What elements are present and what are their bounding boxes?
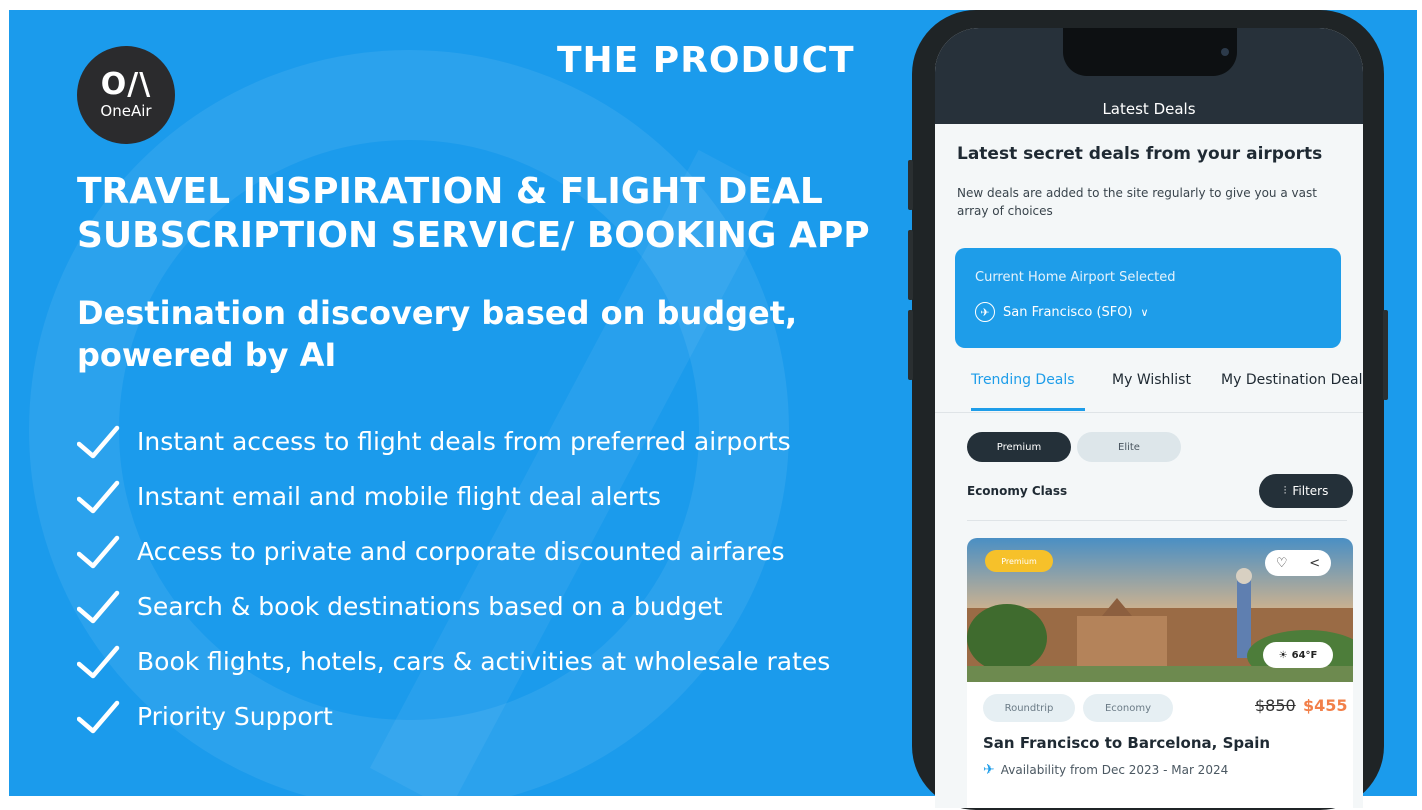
checkmark-icon	[77, 480, 120, 513]
oneair-logo: O/\ OneAir	[77, 46, 175, 144]
feature-item: Instant access to flight deals from pref…	[77, 414, 830, 469]
premium-badge: Premium	[985, 550, 1053, 572]
phone-notch	[1063, 28, 1237, 76]
feature-text: Search & book destinations based on a bu…	[137, 592, 723, 621]
feature-text: Book flights, hotels, cars & activities …	[137, 647, 831, 676]
checkmark-icon	[77, 645, 120, 678]
subheadline: Destination discovery based on budget, p…	[77, 294, 798, 374]
availability-text: Availability from Dec 2023 - Mar 2024	[1000, 763, 1229, 777]
checkmark-icon	[77, 700, 120, 733]
feature-text: Priority Support	[137, 702, 333, 731]
phone-screen: Latest Deals Latest secret deals from yo…	[935, 28, 1363, 808]
airport-selector[interactable]: ✈ San Francisco (SFO) ∨	[975, 302, 1149, 322]
plane-icon: ✈	[983, 762, 995, 778]
sliders-icon: ⫶	[1283, 484, 1287, 497]
phone-button	[908, 310, 913, 380]
feature-text: Instant email and mobile flight deal ale…	[137, 482, 661, 511]
elite-toggle[interactable]: Elite	[1077, 432, 1181, 462]
checkmark-icon	[77, 590, 120, 623]
cabin-tag: Economy	[1083, 694, 1173, 722]
section-title: THE PRODUCT	[557, 40, 855, 81]
deal-availability: ✈ Availability from Dec 2023 - Mar 2024	[983, 762, 1228, 778]
deal-price: $455	[1303, 696, 1348, 715]
feature-text: Instant access to flight deals from pref…	[137, 427, 791, 456]
tab-trending-deals[interactable]: Trending Deals	[971, 372, 1075, 388]
deal-card[interactable]: Premium ♡ < ☀ 64°F Roundtrip Economy $85…	[967, 538, 1353, 808]
deal-route: San Francisco to Barcelona, Spain	[983, 734, 1271, 752]
temperature: 64°F	[1291, 649, 1318, 661]
filters-label: Filters	[1292, 484, 1329, 498]
feature-list: Instant access to flight deals from pref…	[77, 414, 830, 744]
checkmark-icon	[77, 535, 120, 568]
feature-text: Access to private and corporate discount…	[137, 537, 785, 566]
chevron-down-icon: ∨	[1140, 305, 1149, 319]
airport-label: Current Home Airport Selected	[975, 270, 1176, 285]
deals-section-title: Latest secret deals from your airports	[957, 144, 1323, 164]
feature-item: Book flights, hotels, cars & activities …	[77, 634, 830, 689]
weather-badge: ☀ 64°F	[1263, 642, 1333, 668]
tab-my-destination-deals[interactable]: My Destination Deals	[1221, 372, 1363, 388]
active-tab-indicator	[971, 408, 1085, 411]
feature-item: Priority Support	[77, 689, 830, 744]
phone-button	[908, 160, 913, 210]
feature-item: Access to private and corporate discount…	[77, 524, 830, 579]
trip-type-tag: Roundtrip	[983, 694, 1075, 722]
deals-section-description: New deals are added to the site regularl…	[957, 186, 1317, 218]
feature-item: Search & book destinations based on a bu…	[77, 579, 830, 634]
premium-toggle[interactable]: Premium	[967, 432, 1071, 462]
feature-item: Instant email and mobile flight deal ale…	[77, 469, 830, 524]
card-actions: ♡ <	[1265, 550, 1331, 576]
divider	[967, 520, 1347, 521]
camera-icon	[1221, 48, 1229, 56]
filters-button[interactable]: ⫶ Filters	[1259, 474, 1353, 508]
checkmark-icon	[77, 425, 120, 458]
app-header: Latest Deals	[935, 28, 1363, 124]
home-airport-card[interactable]: Current Home Airport Selected ✈ San Fran…	[955, 248, 1341, 348]
logo-mark: O/\	[100, 67, 152, 102]
share-icon[interactable]: <	[1309, 556, 1320, 571]
sun-icon: ☀	[1278, 649, 1288, 661]
logo-text: OneAir	[100, 102, 152, 120]
headline: TRAVEL INSPIRATION & FLIGHT DEAL SUBSCRI…	[77, 171, 870, 256]
screen-title: Latest Deals	[1102, 100, 1196, 118]
phone-button	[908, 230, 913, 300]
heart-icon[interactable]: ♡	[1276, 556, 1288, 571]
deal-tabs: Trending Deals My Wishlist My Destinatio…	[935, 364, 1363, 413]
original-price: $850	[1255, 696, 1296, 715]
plane-icon: ✈	[975, 302, 995, 322]
phone-button	[1383, 310, 1388, 400]
airport-value: San Francisco (SFO)	[1003, 304, 1133, 320]
cabin-class-label: Economy Class	[967, 484, 1068, 498]
tab-my-wishlist[interactable]: My Wishlist	[1112, 372, 1191, 388]
